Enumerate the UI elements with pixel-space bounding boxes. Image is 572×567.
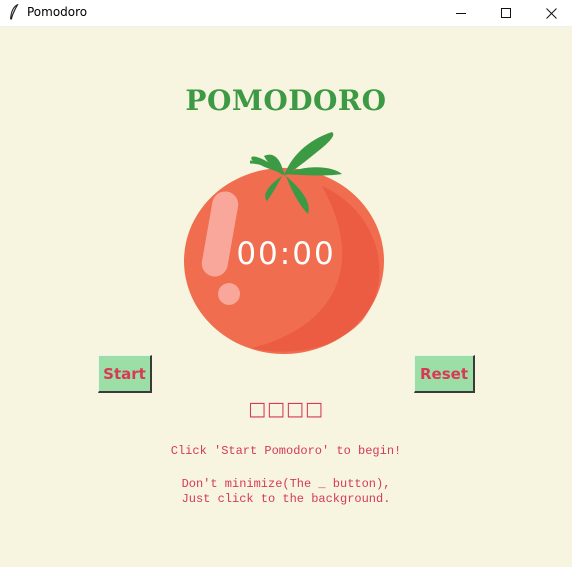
instruction-message: Click 'Start Pomodoro' to begin! — [170, 444, 402, 458]
feather-icon — [10, 4, 19, 20]
close-icon — [545, 7, 557, 19]
maximize-icon — [501, 8, 511, 18]
maximize-button[interactable] — [483, 0, 529, 26]
reset-button[interactable]: Reset — [414, 355, 475, 393]
minimize-button[interactable] — [438, 0, 484, 26]
pomodoro-window: Pomodoro POMODORO 00:00 Start Reset □□□□… — [0, 0, 572, 567]
session-checkmarks: □□□□ — [248, 398, 324, 420]
minimize-icon — [456, 13, 466, 14]
warning-message-line-1: Don't minimize(The _ button), — [181, 477, 391, 491]
window-title: Pomodoro — [27, 5, 88, 19]
title-bar[interactable]: Pomodoro — [0, 0, 572, 27]
timer-display: 00:00 — [236, 236, 336, 272]
close-button[interactable] — [528, 0, 572, 26]
start-button[interactable]: Start — [98, 355, 152, 393]
warning-message-line-2: Just click to the background. — [181, 492, 391, 506]
app-heading: POMODORO — [185, 84, 387, 117]
